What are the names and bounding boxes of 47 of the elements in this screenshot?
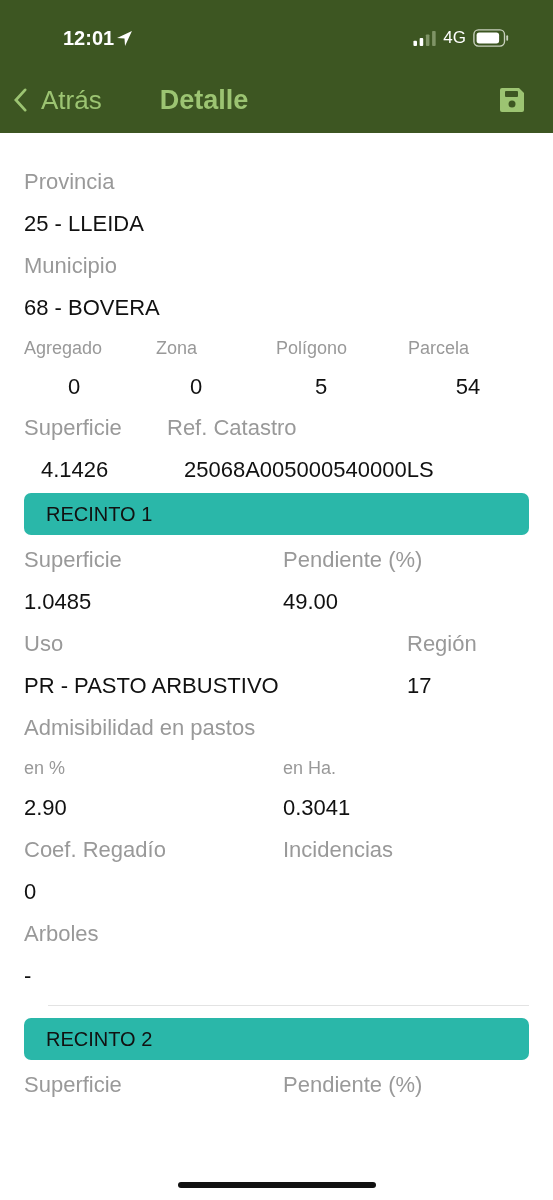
field-value: 25068A005000540000LS (183, 456, 434, 484)
field-value: 0 (66, 373, 82, 401)
field-label: Pendiente (%) (283, 546, 424, 574)
field-label: Ref. Catastro (167, 414, 298, 442)
location-arrow-icon (116, 29, 134, 47)
field-label: Provincia (24, 168, 116, 196)
field-label: Superficie (24, 546, 123, 574)
field-value: 68 - BOVERA (24, 294, 161, 322)
field-label: Superficie (24, 414, 123, 442)
signal-icon (413, 30, 438, 46)
save-icon[interactable] (499, 87, 525, 113)
field-label: Pendiente (%) (283, 1071, 424, 1099)
field-value: 25 - LLEIDA (24, 210, 145, 238)
field-value: 1.0485 (24, 588, 93, 616)
status-time: 12:01 (63, 26, 115, 50)
section-title: RECINTO 1 (46, 502, 153, 526)
field-value: 54 (454, 373, 482, 401)
field-label: en % (24, 757, 67, 780)
field-label: Municipio (24, 252, 118, 280)
field-label: Agregado (24, 337, 104, 360)
field-label: Región (407, 630, 478, 658)
field-label: Coef. Regadío (24, 836, 167, 864)
field-value: 49.00 (283, 588, 340, 616)
field-value: 4.1426 (40, 456, 110, 484)
field-label: Arboles (24, 920, 100, 948)
network-label: 4G (443, 28, 466, 48)
field-value: 5 (313, 373, 329, 401)
field-label: Uso (24, 630, 65, 658)
field-value: 0 (188, 373, 204, 401)
field-value: 17 (407, 672, 433, 700)
field-value: 0.3041 (283, 794, 352, 822)
back-button[interactable]: Atrás (14, 84, 102, 116)
battery-icon (473, 29, 509, 47)
group-label: Admisibilidad en pastos (24, 714, 257, 742)
field-label: Zona (156, 337, 199, 360)
field-value: - (24, 962, 33, 990)
field-label: Parcela (408, 337, 471, 360)
field-value: PR - PASTO ARBUSTIVO (24, 672, 280, 700)
field-label: Polígono (276, 337, 349, 360)
screen-title: Detalle (159, 84, 249, 116)
field-label: Superficie (24, 1071, 123, 1099)
chevron-left-icon (14, 88, 27, 112)
section-title: RECINTO 2 (46, 1027, 153, 1051)
field-value: 0 (24, 878, 38, 906)
field-value: 2.90 (24, 794, 68, 822)
field-label: en Ha. (283, 757, 338, 780)
field-label: Incidencias (283, 836, 395, 864)
